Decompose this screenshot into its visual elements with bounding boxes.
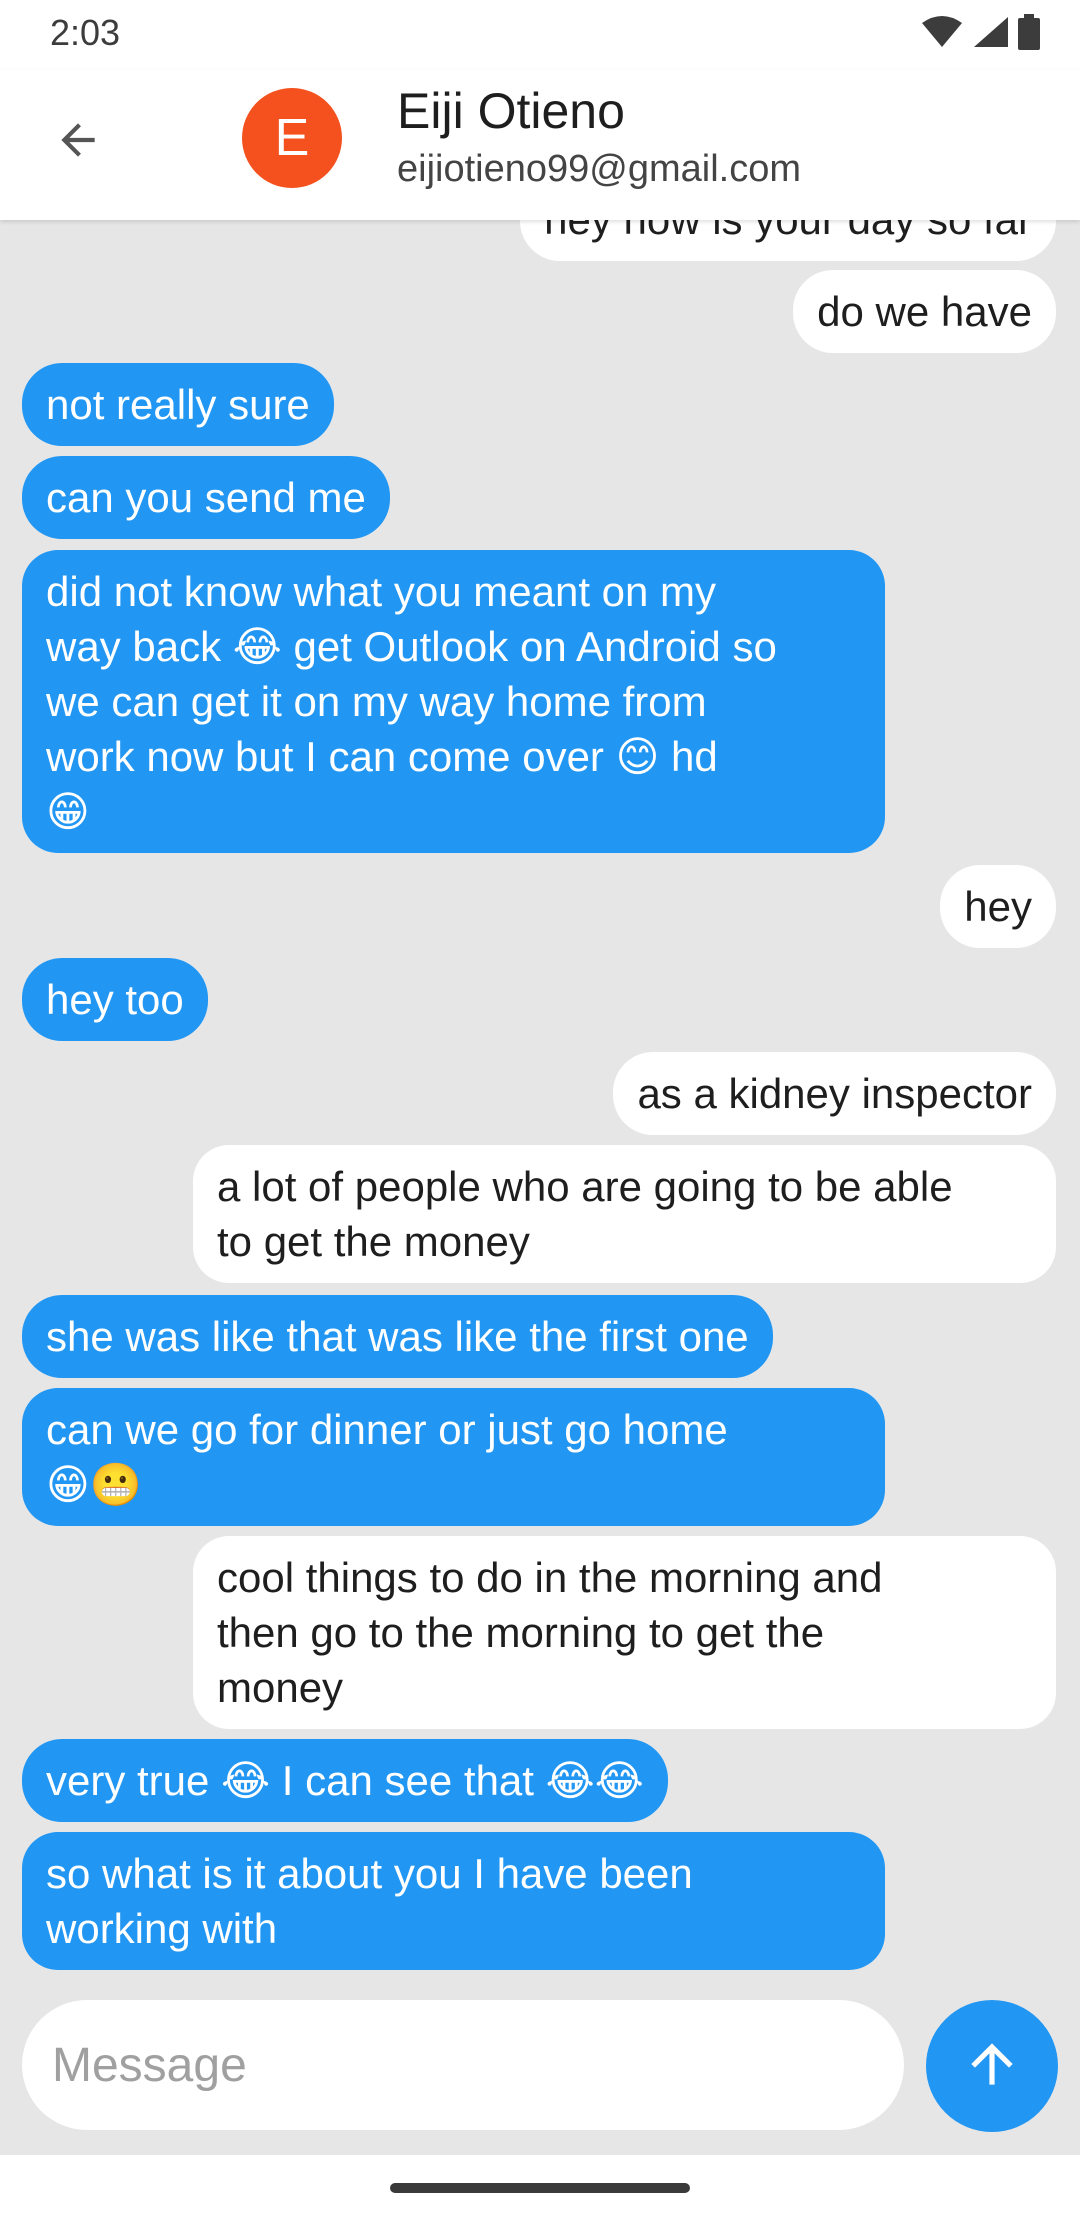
message-bubble[interactable]: as a kidney inspector (613, 1052, 1056, 1135)
message-bubble[interactable]: she was like that was like the first one (22, 1295, 773, 1378)
send-button[interactable] (926, 2000, 1058, 2132)
signal-icon (972, 15, 1008, 58)
status-bar: 2:03 (0, 0, 1080, 70)
message-bubble[interactable]: can we go for dinner or just go home 😁😬 (22, 1388, 885, 1526)
status-icons (922, 14, 1040, 59)
status-time: 2:03 (50, 12, 121, 53)
back-button[interactable] (40, 105, 115, 180)
message-input[interactable] (22, 2000, 904, 2130)
chat-header: E Eiji Otieno eijiotieno99@gmail.com (0, 70, 1080, 220)
message-bubble[interactable]: do we have (793, 270, 1056, 353)
message-bubble[interactable]: can you send me (22, 456, 390, 539)
message-bubble[interactable]: very true 😂 I can see that 😂😂 (22, 1739, 668, 1822)
message-bubble[interactable]: hey too (22, 958, 208, 1041)
message-bubble[interactable]: cool things to do in the morning and the… (193, 1536, 1056, 1729)
message-bubble[interactable]: not really sure (22, 363, 334, 446)
wifi-icon (922, 15, 962, 58)
message-bubble[interactable]: a lot of people who are going to be able… (193, 1145, 1056, 1283)
navigation-bar (0, 2155, 1080, 2220)
message-bubble[interactable]: did not know what you meant on my way ba… (22, 550, 885, 853)
home-indicator[interactable] (390, 2183, 690, 2193)
arrow-back-icon (53, 115, 103, 170)
contact-name: Eiji Otieno (397, 83, 625, 139)
avatar[interactable]: E (242, 88, 342, 188)
message-bubble[interactable]: hey (940, 865, 1056, 948)
message-list[interactable]: hey how is your day so far do we have no… (0, 220, 1080, 1980)
contact-email: eijiotieno99@gmail.com (397, 148, 801, 190)
composer (0, 1980, 1080, 2160)
arrow-up-icon (961, 2033, 1023, 2100)
message-bubble[interactable]: hey how is your day so far (520, 220, 1056, 261)
message-bubble[interactable]: so what is it about you I have been work… (22, 1832, 885, 1970)
battery-icon (1018, 14, 1040, 59)
